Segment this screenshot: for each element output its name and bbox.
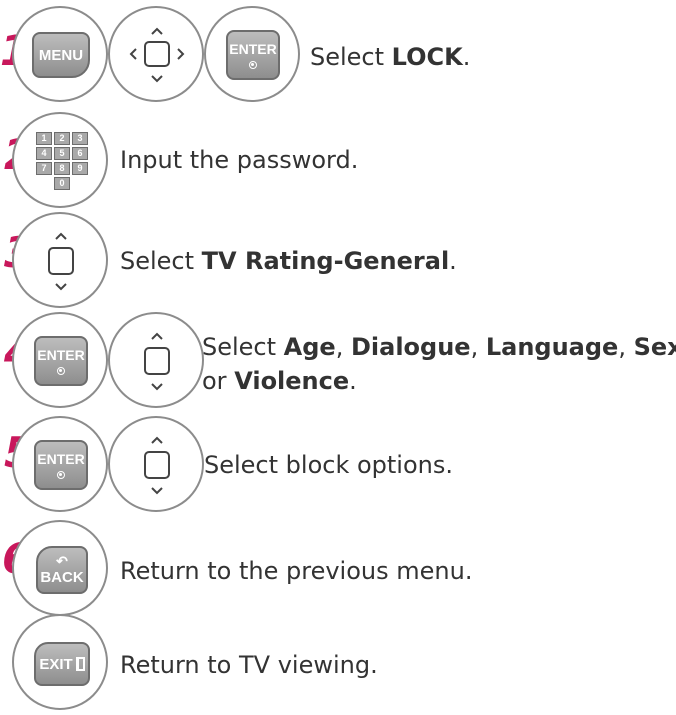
dpad-icon[interactable] xyxy=(110,8,206,104)
key-7[interactable]: 7 xyxy=(36,162,52,175)
step-2-instruction: Input the password. xyxy=(120,146,359,174)
enter-dot-icon xyxy=(57,471,65,479)
key-9[interactable]: 9 xyxy=(72,162,88,175)
dpad-button-circle xyxy=(108,6,204,102)
exit-button-circle: EXIT xyxy=(12,614,108,710)
key-3[interactable]: 3 xyxy=(72,132,88,145)
exit-button[interactable]: EXIT xyxy=(34,642,90,686)
key-5[interactable]: 5 xyxy=(54,147,70,160)
step-4-instruction-line1: Select Age, Dialogue, Language, Sex xyxy=(202,332,676,362)
key-2[interactable]: 2 xyxy=(54,132,70,145)
menu-button[interactable]: MENU xyxy=(32,32,90,78)
lock-label: LOCK xyxy=(391,43,463,71)
enter-dot-icon xyxy=(57,367,65,375)
enter-button[interactable]: ENTER xyxy=(34,336,88,386)
language-label: Language xyxy=(485,333,619,361)
step-exit-instruction: Return to TV viewing. xyxy=(120,651,378,679)
enter-label: ENTER xyxy=(229,41,277,57)
dialogue-label: Dialogue xyxy=(350,333,471,361)
key-6[interactable]: 6 xyxy=(72,147,88,160)
violence-label: Violence xyxy=(234,367,350,395)
up-down-icon[interactable] xyxy=(110,314,206,410)
tv-rating-general-label: TV Rating-General xyxy=(201,247,450,275)
back-label: BACK xyxy=(40,568,84,586)
updown-button-circle xyxy=(108,416,204,512)
up-down-icon[interactable] xyxy=(14,214,110,310)
step-4-instruction-line2: or Violence. xyxy=(202,367,357,395)
updown-button-circle xyxy=(108,312,204,408)
back-button[interactable]: ↶ BACK xyxy=(36,546,88,594)
enter-button-circle: ENTER xyxy=(12,312,108,408)
sex-label: Sex xyxy=(633,333,676,361)
key-1[interactable]: 1 xyxy=(36,132,52,145)
key-4[interactable]: 4 xyxy=(36,147,52,160)
enter-button[interactable]: ENTER xyxy=(34,440,88,490)
step-1-instruction: Select LOCK. xyxy=(310,43,471,71)
key-0[interactable]: 0 xyxy=(54,177,70,190)
step-6-instruction: Return to the previous menu. xyxy=(120,557,473,585)
back-arrow-icon: ↶ xyxy=(56,552,68,569)
menu-button-circle: MENU xyxy=(12,6,108,102)
enter-label: ENTER xyxy=(37,451,85,467)
up-down-icon[interactable] xyxy=(110,418,206,514)
number-keypad[interactable]: 1 2 3 4 5 6 7 8 9 0 xyxy=(34,132,90,190)
step-5-instruction: Select block options. xyxy=(204,451,453,479)
key-8[interactable]: 8 xyxy=(54,162,70,175)
enter-button[interactable]: ENTER xyxy=(226,30,280,80)
enter-label: ENTER xyxy=(37,347,85,363)
enter-button-circle: ENTER xyxy=(12,416,108,512)
exit-door-icon xyxy=(75,657,85,671)
step-3-instruction: Select TV Rating-General. xyxy=(120,247,457,275)
keypad-button-circle: 1 2 3 4 5 6 7 8 9 0 xyxy=(12,112,108,208)
updown-button-circle xyxy=(12,212,108,308)
enter-button-circle: ENTER xyxy=(204,6,300,102)
enter-dot-icon xyxy=(249,61,257,69)
age-label: Age xyxy=(283,333,336,361)
exit-label: EXIT xyxy=(39,655,73,673)
back-button-circle: ↶ BACK xyxy=(12,520,108,616)
